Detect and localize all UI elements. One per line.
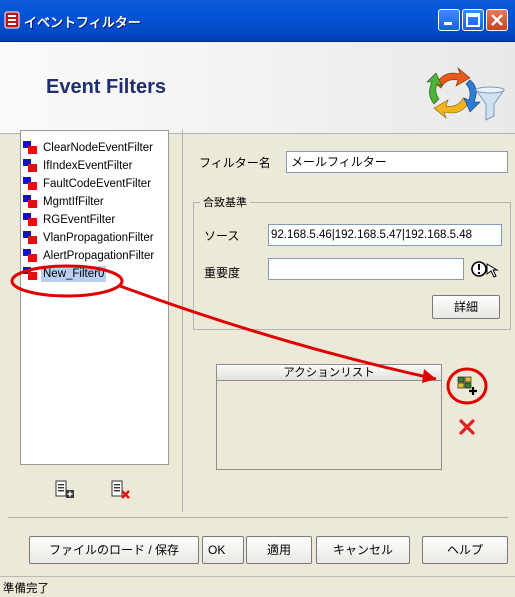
filter-item-label: New_Filter0 — [41, 266, 107, 282]
filter-item-label: VlanPropagationFilter — [43, 232, 154, 244]
horizontal-divider — [8, 517, 508, 518]
filter-item-label: MgmtIfFilter — [43, 196, 104, 208]
add-filter-icon[interactable] — [52, 478, 76, 502]
source-field[interactable]: 92.168.5.46|192.168.5.47|192.168.5.48 — [268, 224, 502, 246]
severity-field[interactable] — [268, 258, 464, 280]
filter-item-label: ClearNodeEventFilter — [43, 142, 153, 154]
vertical-divider — [182, 130, 183, 512]
filter-item-icon — [23, 249, 37, 262]
status-bar: 準備完了 — [0, 576, 515, 597]
header-banner: Event Filters — [0, 42, 515, 134]
filter-item-label: RGEventFilter — [43, 214, 116, 226]
action-list-header: アクションリスト — [217, 365, 441, 381]
event-filters-window: イベントフィルター Event Filters ClearNodeEventFi… — [0, 0, 515, 597]
minimize-icon — [444, 22, 452, 25]
event-filter-funnel-logo — [426, 67, 505, 121]
filter-item-icon — [23, 177, 37, 190]
delete-filter-icon[interactable] — [108, 478, 132, 502]
maximize-button[interactable] — [462, 9, 484, 31]
severity-label: 重要度 — [204, 266, 241, 280]
severity-picker-icon[interactable] — [470, 259, 500, 279]
add-action-icon[interactable] — [455, 374, 479, 398]
filter-item-icon — [23, 159, 37, 172]
filter-name-label: フィルター名 — [199, 156, 271, 170]
filter-item-label: FaultCodeEventFilter — [43, 178, 152, 190]
minimize-button[interactable] — [438, 9, 460, 31]
filter-item-icon — [23, 213, 37, 226]
action-list-table[interactable]: アクションリスト — [216, 364, 442, 470]
filter-item-icon — [23, 195, 37, 208]
filter-name-field[interactable]: メールフィルター — [286, 151, 508, 173]
app-icon — [4, 11, 20, 29]
criteria-group-title: 合致基準 — [200, 194, 250, 210]
filter-item-label: AlertPropagationFilter — [43, 250, 155, 262]
remove-action-icon[interactable] — [456, 416, 478, 438]
title-bar[interactable]: イベントフィルター — [0, 0, 515, 42]
filter-item-icon — [23, 231, 37, 244]
status-text: 準備完了 — [3, 581, 49, 595]
close-icon — [491, 14, 503, 26]
ok-button[interactable]: OK — [202, 536, 244, 564]
help-button[interactable]: ヘルプ — [422, 536, 508, 564]
filter-item-icon — [23, 267, 37, 280]
filter-item-icon — [23, 141, 37, 154]
source-label: ソース — [204, 229, 240, 243]
filter-item-label: IfIndexEventFilter — [43, 160, 133, 172]
load-save-button[interactable]: ファイルのロード / 保存 — [29, 536, 199, 564]
filter-list[interactable]: ClearNodeEventFilter IfIndexEventFilter … — [20, 130, 169, 465]
maximize-icon — [466, 13, 480, 27]
close-button[interactable] — [486, 9, 508, 31]
apply-button[interactable]: 適用 — [246, 536, 312, 564]
cancel-button[interactable]: キャンセル — [316, 536, 410, 564]
details-button[interactable]: 詳細 — [432, 295, 500, 319]
page-title: Event Filters — [46, 76, 167, 98]
window-title: イベントフィルター — [24, 16, 141, 31]
